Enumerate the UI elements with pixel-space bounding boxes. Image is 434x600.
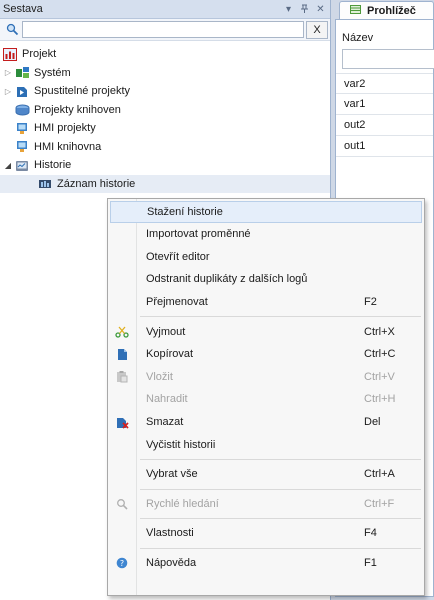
tree-item-runnable-projects[interactable]: ▷ Spustitelné projekty xyxy=(0,82,330,101)
quick-search-icon xyxy=(108,498,136,510)
project-tree: Projekt ▷ Systém ▷ Spustitelné projekty … xyxy=(0,41,330,193)
menu-item-cut[interactable]: Vyjmout Ctrl+X xyxy=(108,320,424,343)
panel-title: Sestava xyxy=(3,3,43,15)
library-projects-icon xyxy=(14,103,30,117)
context-menu: Stažení historie Importovat proměnné Ote… xyxy=(107,198,425,596)
tree-item-label: Záznam historie xyxy=(57,177,136,190)
viewer-icon xyxy=(350,4,361,17)
menu-separator xyxy=(108,456,424,463)
hmi-library-icon xyxy=(14,140,30,154)
collapse-arrow-icon[interactable]: ◢ xyxy=(2,161,14,170)
list-item[interactable]: out2 xyxy=(336,115,433,136)
column-header-name[interactable]: Název xyxy=(336,20,433,48)
search-clear-button[interactable]: X xyxy=(306,20,328,39)
runnable-projects-icon xyxy=(14,84,30,98)
menu-item-paste[interactable]: Vložit Ctrl+V xyxy=(108,366,424,389)
menu-separator xyxy=(108,313,424,320)
menu-item-remove-duplicates[interactable]: Odstranit duplikáty z dalších logů xyxy=(108,268,424,291)
system-icon xyxy=(14,66,30,80)
menu-item-delete[interactable]: Smazat Del xyxy=(108,411,424,434)
tree-item-hmi-library[interactable]: HMI knihovna xyxy=(0,138,330,157)
menu-item-open-editor[interactable]: Otevřít editor xyxy=(108,246,424,269)
search-icon[interactable] xyxy=(2,23,22,36)
tab-label: Prohlížeč xyxy=(367,4,416,17)
tree-item-label: HMI projekty xyxy=(34,122,96,135)
paste-icon xyxy=(108,370,136,383)
list-item[interactable]: var2 xyxy=(336,73,433,94)
menu-item-quick-search[interactable]: Rychlé hledání Ctrl+F xyxy=(108,493,424,516)
expand-arrow-icon[interactable]: ▷ xyxy=(2,68,14,77)
tree-item-system[interactable]: ▷ Systém xyxy=(0,64,330,83)
menu-item-import-variables[interactable]: Importovat proměnné xyxy=(108,223,424,246)
help-icon: ? xyxy=(108,557,136,569)
tree-item-label: Systém xyxy=(34,66,71,79)
filter-input[interactable] xyxy=(342,49,434,69)
list-item[interactable]: var1 xyxy=(336,94,433,115)
menu-item-download-history[interactable]: Stažení historie xyxy=(110,201,422,223)
pin-icon[interactable] xyxy=(298,3,311,16)
menu-item-help[interactable]: ? Nápověda F1 xyxy=(108,552,424,575)
menu-item-copy[interactable]: Kopírovat Ctrl+C xyxy=(108,343,424,366)
tree-item-label: Historie xyxy=(34,159,72,172)
tree-item-project[interactable]: Projekt xyxy=(0,45,330,64)
search-row: X xyxy=(0,19,330,41)
menu-separator xyxy=(108,486,424,493)
cut-icon xyxy=(108,326,136,338)
history-icon xyxy=(14,158,30,172)
menu-item-select-all[interactable]: Vybrat vše Ctrl+A xyxy=(108,463,424,486)
tree-item-history-record[interactable]: Záznam historie xyxy=(0,174,330,193)
hmi-projects-icon xyxy=(14,121,30,135)
tab-viewer[interactable]: Prohlížeč xyxy=(339,1,434,19)
menu-separator xyxy=(108,545,424,552)
tree-item-label: HMI knihovna xyxy=(34,140,102,153)
menu-item-rename[interactable]: Přejmenovat F2 xyxy=(108,291,424,314)
expand-arrow-icon[interactable]: ▷ xyxy=(2,87,14,96)
menu-item-replace[interactable]: Nahradit Ctrl+H xyxy=(108,388,424,411)
search-input[interactable] xyxy=(22,21,304,38)
menu-item-clear-history[interactable]: Vyčistit historii xyxy=(108,433,424,456)
delete-icon xyxy=(108,416,136,429)
history-record-icon xyxy=(37,177,53,191)
menu-separator xyxy=(108,515,424,522)
tree-item-history[interactable]: ◢ Historie xyxy=(0,156,330,175)
close-icon[interactable]: ✕ xyxy=(314,3,327,16)
project-icon xyxy=(2,47,18,61)
list-item[interactable]: out1 xyxy=(336,136,433,157)
tree-item-library-projects[interactable]: Projekty knihoven xyxy=(0,101,330,120)
menu-item-properties[interactable]: Vlastnosti F4 xyxy=(108,522,424,545)
tree-item-label: Spustitelné projekty xyxy=(34,85,130,98)
dropdown-icon[interactable]: ▾ xyxy=(282,3,295,16)
tree-item-label: Projekt xyxy=(22,48,57,61)
copy-icon xyxy=(108,348,136,361)
svg-text:?: ? xyxy=(120,559,124,568)
variable-list: var2 var1 out2 out1 xyxy=(336,73,433,157)
panel-header: Sestava ▾ ✕ xyxy=(0,0,330,19)
tree-item-hmi-projects[interactable]: HMI projekty xyxy=(0,119,330,138)
tree-item-label: Projekty knihoven xyxy=(34,103,121,116)
